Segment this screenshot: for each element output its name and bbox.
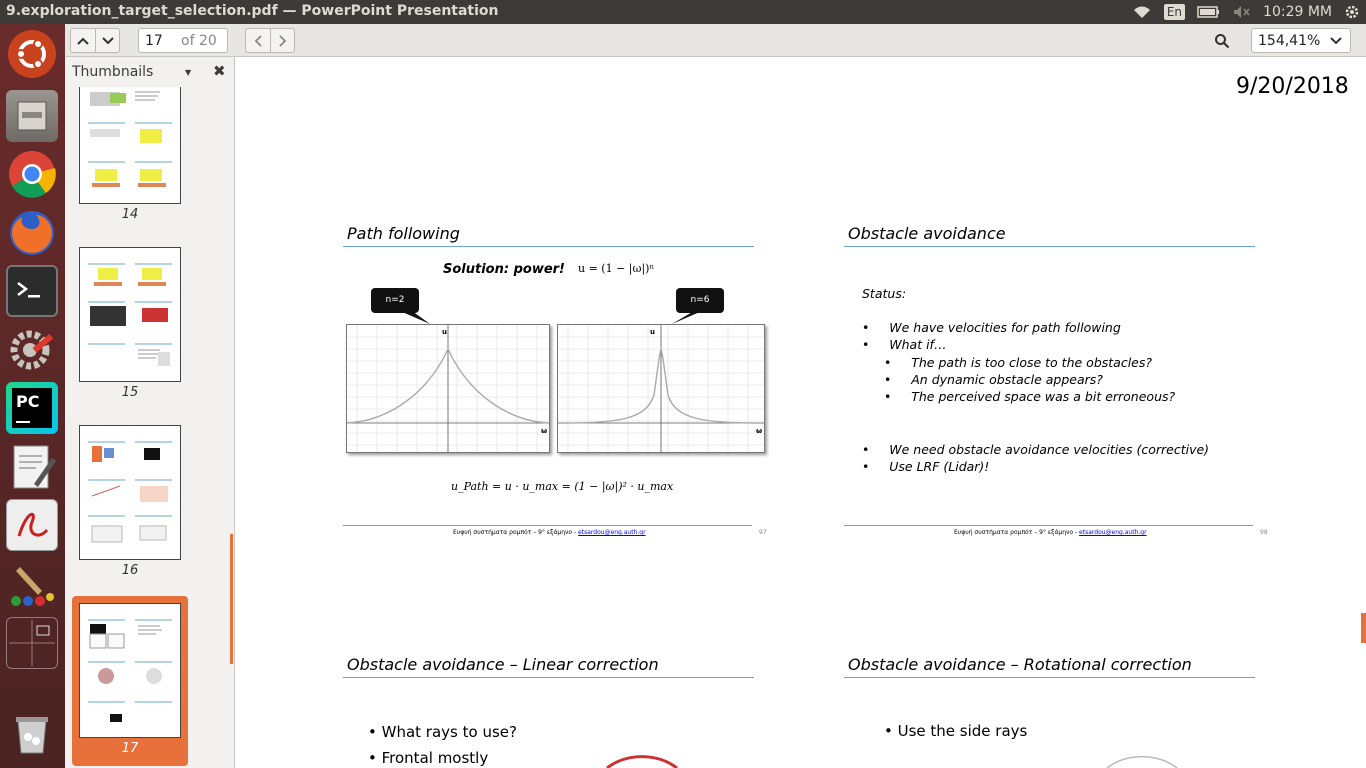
bullet-item: • What if… [862, 337, 947, 352]
trash-icon[interactable] [6, 707, 58, 759]
system-tray: En 10:29 MM [1132, 0, 1366, 24]
thumbnail-page-16[interactable] [79, 425, 181, 560]
slide-title-obstacle-avoidance: Obstacle avoidance [848, 224, 1006, 243]
volume-muted-icon[interactable] [1233, 5, 1251, 19]
chrome-icon[interactable] [6, 148, 58, 200]
bullet-item: • We have velocities for path following [862, 320, 1121, 335]
axis-omega-label: ω [541, 427, 547, 435]
callout-pointer [672, 311, 702, 324]
solution-text: Solution: power! [443, 262, 565, 277]
pdf-viewer-icon[interactable] [6, 499, 58, 551]
thumbnail-label-16: 16 [121, 563, 139, 578]
slide-title-underline [343, 677, 754, 678]
lidar-diagram [1106, 755, 1178, 768]
footer-email-link[interactable]: etsardou@eng.auth.gr [1079, 529, 1147, 536]
slide-title-underline [844, 677, 1255, 678]
bullet-item: • We need obstacle avoidance velocities … [862, 442, 1210, 457]
bullet-item: • Use the side rays [884, 722, 1028, 740]
chevron-down-icon[interactable]: ▼ [185, 68, 191, 77]
footer-text: Ευφυή συστήματα ρομπότ – 9° εξάμηνο - [453, 529, 579, 536]
ubuntu-icon[interactable] [8, 30, 56, 78]
history-back-button[interactable] [245, 28, 270, 53]
sidebar-mode-select[interactable]: Thumbnails [72, 64, 153, 80]
axis-u-label: u [650, 328, 655, 336]
slide-page-number: 98 [1260, 529, 1268, 536]
footer-email-link[interactable]: etsardou@eng.auth.gr [578, 529, 646, 536]
close-icon[interactable]: ✖ [213, 62, 226, 80]
files-icon[interactable] [6, 90, 58, 142]
keyboard-layout-indicator[interactable]: En [1163, 4, 1186, 20]
path-velocity-formula: u_Path = u · u_max = (1 − |ω|)² · u_max [451, 480, 674, 493]
callout-n2: n=2 [371, 288, 419, 313]
settings-icon[interactable] [6, 324, 58, 376]
gear-icon[interactable] [1344, 4, 1360, 20]
callout-n6: n=6 [676, 288, 724, 313]
slide-footer: Ευφυή συστήματα ρομπότ – 9° εξάμηνο - et… [453, 529, 646, 536]
sub-bullet-item: • The path is too close to the obstacles… [884, 355, 1153, 370]
bullet-item: • Use LRF (Lidar)! [862, 459, 990, 474]
history-forward-button[interactable] [270, 28, 295, 53]
window-title: 9.exploration_target_selection.pdf — Pow… [6, 3, 499, 19]
search-button[interactable] [1208, 28, 1236, 53]
slide-footer-line [844, 525, 1253, 526]
bullet-item: • What rays to use? [368, 723, 517, 741]
battery-icon[interactable] [1197, 6, 1221, 18]
launcher: PC [0, 24, 65, 768]
power-formula: u = (1 − |ω|)ⁿ [578, 262, 655, 275]
plot-n6: u ω [557, 324, 765, 453]
slide-footer-line [343, 525, 752, 526]
slide-title-underline [343, 246, 754, 247]
workspace-icon[interactable] [6, 617, 58, 669]
sub-bullet-item: • An dynamic obstacle appears? [884, 372, 1103, 387]
zoom-value: 154,41% [1258, 32, 1321, 49]
thumbnail-label-15: 15 [121, 385, 139, 400]
sub-bullet-item: • The perceived space was a bit erroneou… [884, 389, 1176, 404]
clock[interactable]: 10:29 MM [1263, 4, 1332, 20]
paint-icon[interactable] [6, 557, 58, 609]
axis-omega-label: ω [756, 427, 762, 435]
slide-date: 9/20/2018 [1236, 74, 1349, 99]
thumbnail-page-17[interactable] [79, 603, 181, 738]
slide-title-linear-correction: Obstacle avoidance – Linear correction [347, 655, 659, 674]
slide-title-underline [844, 246, 1255, 247]
axis-u-label: u [442, 328, 447, 336]
text-editor-icon[interactable] [6, 440, 58, 492]
footer-text: Ευφυή συστήματα ρομπότ – 9° εξάμηνο - [954, 529, 1080, 536]
scroll-position-marker[interactable] [1361, 613, 1366, 643]
wifi-icon[interactable] [1132, 5, 1152, 19]
slide-title-path-following: Path following [347, 224, 460, 243]
plot-n2: u ω [346, 324, 550, 453]
thumbnail-label-14: 14 [121, 207, 139, 222]
page-number-input[interactable]: 17 [145, 33, 181, 49]
top-panel: 9.exploration_target_selection.pdf — Pow… [0, 0, 1366, 24]
lidar-diagram [606, 755, 678, 768]
page-total-label: of 20 [181, 32, 217, 49]
status-label: Status: [862, 286, 907, 301]
callout-pointer [400, 311, 430, 324]
sidebar-header: Thumbnails ▼ ✖ [65, 57, 234, 87]
terminal-icon[interactable] [6, 265, 58, 317]
thumbnail-label-17: 17 [121, 741, 139, 756]
slide-title-rotational-correction: Obstacle avoidance – Rotational correcti… [848, 655, 1192, 674]
chevron-down-icon [1330, 36, 1342, 44]
page-number-field[interactable]: 17 of 20 [138, 28, 228, 53]
thumbnail-page-15[interactable] [79, 247, 181, 382]
viewer-toolbar: 17 of 20 154,41% [65, 24, 1366, 57]
pycharm-icon[interactable]: PC [6, 382, 58, 434]
zoom-select[interactable]: 154,41% [1251, 28, 1351, 53]
previous-page-button[interactable] [70, 28, 95, 53]
next-page-button[interactable] [95, 28, 120, 53]
slide-page-number: 97 [759, 529, 767, 536]
firefox-icon[interactable] [6, 207, 58, 259]
thumbnail-page-14[interactable] [79, 87, 181, 204]
sidebar-scrollbar[interactable] [230, 534, 233, 664]
thumbnails-sidebar: Thumbnails ▼ ✖ 14 15 16 17 [65, 57, 235, 768]
slide-footer: Ευφυή συστήματα ρομπότ – 9° εξάμηνο - et… [954, 529, 1147, 536]
bullet-item: • Frontal mostly [368, 749, 489, 767]
document-view[interactable]: 9/20/2018 Path following Solution: power… [242, 57, 1366, 768]
